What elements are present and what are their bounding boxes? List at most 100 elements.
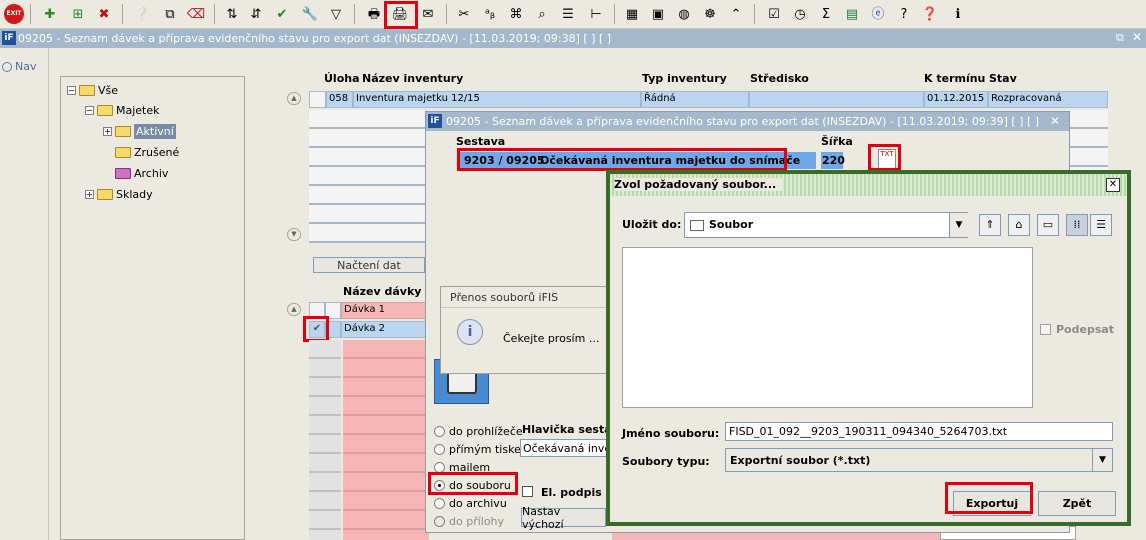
hlavicka-input[interactable]: Očekávaná inven — [520, 439, 614, 457]
radio-prohlizece[interactable]: do prohlížeče — [434, 425, 523, 438]
browser-icon[interactable]: ⓔ — [868, 4, 888, 24]
sum-icon[interactable]: Σ — [816, 4, 836, 24]
radio-archiv[interactable]: do archivu — [434, 497, 507, 510]
globe-icon[interactable]: ◍ — [674, 4, 694, 24]
context-help-icon[interactable]: ❓ — [920, 4, 940, 24]
sort-desc-icon[interactable]: ⇵ — [246, 4, 266, 24]
print-icon[interactable]: 🖶 — [364, 4, 384, 24]
archive-folder-icon — [115, 167, 131, 179]
check-list-icon[interactable]: ☑ — [764, 4, 784, 24]
clock-icon[interactable]: ◷ — [790, 4, 810, 24]
info-icon[interactable]: ℹ — [948, 4, 968, 24]
list-view-icon[interactable]: ⁞⁞ — [1066, 214, 1088, 236]
file-list[interactable] — [622, 247, 1033, 408]
scroll-down-icon[interactable]: ▼ — [287, 228, 301, 241]
podepsat-checkbox[interactable] — [1040, 324, 1051, 335]
close-icon[interactable]: ✕ — [1132, 30, 1142, 44]
collapse-icon[interactable]: − — [85, 105, 94, 115]
exportuj-button[interactable]: Exportuj — [953, 491, 1031, 516]
row-selector[interactable] — [325, 321, 341, 338]
txt-export-icon[interactable]: TXT — [878, 149, 896, 169]
radio-mail[interactable]: mailem — [434, 461, 490, 474]
tree-node-archiv[interactable]: Archiv — [115, 164, 168, 182]
cell-uloha[interactable]: 058 — [326, 91, 353, 108]
cut-icon[interactable]: ✂ — [454, 4, 474, 24]
copy-add-icon[interactable]: ⊞ — [68, 4, 88, 24]
col-nazev-davky[interactable]: Název dávky — [343, 285, 421, 298]
cell-stredisko[interactable] — [749, 91, 924, 108]
cell-davka-2[interactable]: Dávka 2 — [341, 321, 427, 338]
col-typ-inventury[interactable]: Typ inventury — [642, 72, 727, 85]
confirm-icon[interactable]: ✔ — [272, 4, 292, 24]
sort-asc-icon[interactable]: ⇅ — [222, 4, 242, 24]
nav-button[interactable]: Nav — [2, 60, 36, 73]
list-icon[interactable]: ☰ — [558, 4, 578, 24]
sirka-value[interactable]: 220 — [821, 152, 845, 169]
radio-tisk[interactable]: přímým tiskem — [434, 443, 532, 456]
export-print-icon[interactable]: 🖨 — [390, 4, 410, 24]
add-icon[interactable]: ✚ — [40, 4, 60, 24]
col-stredisko[interactable]: Středisko — [750, 72, 809, 85]
help-list-icon[interactable]: ❔ — [132, 4, 152, 24]
cell-nazev[interactable]: Inventura majetku 12/15 — [353, 91, 641, 108]
scroll-up-davky-icon[interactable]: ▲ — [287, 303, 301, 316]
filter-icon[interactable]: ▽ — [326, 4, 346, 24]
excel-icon[interactable]: ▤ — [842, 4, 862, 24]
exit-icon[interactable]: EXIT — [4, 4, 24, 24]
tools-icon[interactable]: 🔧 — [300, 4, 320, 24]
cell-typ[interactable]: Řádná — [641, 91, 749, 108]
cell-termin[interactable]: 01.12.2015 — [924, 91, 988, 108]
up-folder-icon[interactable]: ⇑ — [979, 214, 1001, 236]
el-podpis-checkbox[interactable] — [522, 486, 533, 497]
mail-icon[interactable]: ✉ — [418, 4, 438, 24]
jmeno-input[interactable]: FISD_01_092__9203_190311_094340_5264703.… — [725, 422, 1113, 441]
check-davka-1[interactable] — [309, 302, 325, 319]
close-icon[interactable]: ✕ — [1106, 178, 1120, 192]
check-davka-2[interactable]: ✔ — [309, 321, 325, 338]
row-selector[interactable] — [309, 91, 326, 108]
wheel-icon[interactable]: ☸ — [700, 4, 720, 24]
zpet-button[interactable]: Zpět — [1038, 491, 1116, 516]
sestava-row[interactable]: 9203 / 09205 Očekávaná inventura majetku… — [460, 152, 816, 169]
tree-node-zrusene[interactable]: Zrušené — [115, 143, 179, 161]
hierarchy-icon[interactable]: ⊢ — [586, 4, 606, 24]
cell-stav[interactable]: Rozpracovaná — [988, 91, 1108, 108]
save-icon[interactable]: ▣ — [648, 4, 668, 24]
grid-icon[interactable]: ▦ — [622, 4, 642, 24]
col-stav[interactable]: Stav — [989, 72, 1017, 85]
help-icon[interactable]: ? — [894, 4, 914, 24]
radio-soubor[interactable]: do souboru — [434, 479, 511, 492]
close-icon[interactable]: ✕ — [1050, 114, 1060, 128]
expand-icon[interactable]: + — [85, 189, 94, 199]
col-k-terminu[interactable]: K termínu — [924, 72, 985, 85]
details-view-icon[interactable]: ☰ — [1090, 214, 1112, 236]
tree-node-sklady[interactable]: + Sklady — [85, 185, 153, 203]
ulozit-select[interactable]: Soubor ▼ — [684, 212, 968, 238]
typ-select[interactable]: Exportní soubor (*.txt) ▼ — [725, 448, 1113, 472]
tree-node-majetek[interactable]: − Majetek — [85, 101, 160, 119]
row-selector[interactable] — [325, 302, 341, 319]
restore-icon[interactable]: ⧉ — [1116, 31, 1124, 45]
scroll-up-icon[interactable]: ▲ — [287, 92, 301, 105]
text-icon[interactable]: ᵃᵦ — [480, 4, 500, 24]
nacteni-dat-button[interactable]: Načtení dat — [313, 257, 425, 273]
nastav-vychozi-button[interactable]: Nastav výchozí — [521, 505, 606, 531]
radio-prilohy[interactable]: do přílohy — [434, 515, 504, 528]
collapse-icon[interactable]: − — [67, 85, 76, 95]
expand-icon[interactable]: + — [103, 126, 112, 136]
chart-icon[interactable]: ⌃ — [726, 4, 746, 24]
remove-icon[interactable]: ⌫ — [186, 4, 206, 24]
delete-icon[interactable]: ✖ — [94, 4, 114, 24]
tree-icon[interactable]: ⌘ — [506, 4, 526, 24]
new-folder-icon[interactable]: ▭ — [1037, 214, 1059, 236]
copy-icon[interactable]: ⧉ — [160, 4, 180, 24]
cell-davka-1[interactable]: Dávka 1 — [341, 302, 427, 319]
tree-node-root[interactable]: − Vše — [67, 81, 118, 99]
chevron-down-icon[interactable]: ▼ — [949, 213, 968, 237]
tree-node-aktivni[interactable]: + Aktivní — [103, 122, 176, 140]
search-icon[interactable]: ⌕ — [532, 4, 552, 24]
col-nazev-inventury[interactable]: Název inventury — [362, 72, 463, 85]
chevron-down-icon[interactable]: ▼ — [1092, 449, 1112, 471]
col-uloha[interactable]: Úloha — [324, 72, 360, 85]
home-icon[interactable]: ⌂ — [1008, 214, 1030, 236]
